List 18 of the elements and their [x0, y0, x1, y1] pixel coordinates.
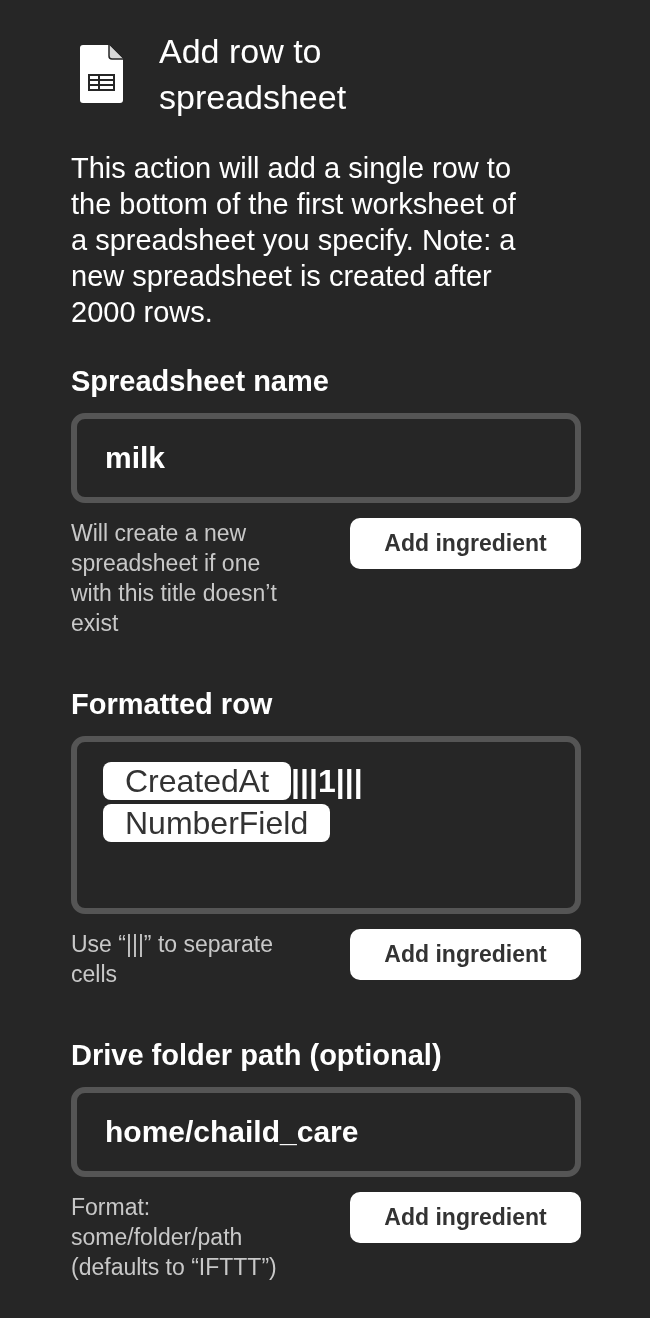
action-description: This action will add a single row to the bottom of the first worksheet of a spreadsheet you specify. Note: a new spreadsheet is created after 2000 rows. [71, 151, 517, 330]
help-text: Will create a new spreadsheet if one with this title doesn’t exist [71, 519, 278, 638]
field-label: Spreadsheet name [71, 364, 330, 399]
text-field[interactable]: home/chaild_care [71, 1087, 581, 1177]
add-ingredient-button[interactable]: Add ingredient [350, 1192, 581, 1243]
separator-text: |||1||| [291, 762, 363, 800]
help-text: Use “|||” to separate cells [71, 930, 274, 989]
help-text: Format: some/folder/path (defaults to “IFTTT”) [71, 1193, 278, 1282]
ingredient-tag: NumberField [103, 804, 331, 842]
add-ingredient-button[interactable]: Add ingredient [350, 929, 581, 980]
ingredient-tag: CreatedAt [103, 762, 292, 800]
action-title: Add row to spreadsheet [159, 31, 348, 118]
field-label: Formatted row [71, 687, 274, 722]
formatted-row-field[interactable]: CreatedAt |||1||| NumberField [71, 736, 581, 914]
text-field[interactable]: milk [71, 413, 581, 503]
add-ingredient-button[interactable]: Add ingredient [350, 518, 581, 569]
field-label: Drive folder path (optional) [71, 1038, 443, 1073]
spreadsheet-document-icon [80, 45, 123, 103]
